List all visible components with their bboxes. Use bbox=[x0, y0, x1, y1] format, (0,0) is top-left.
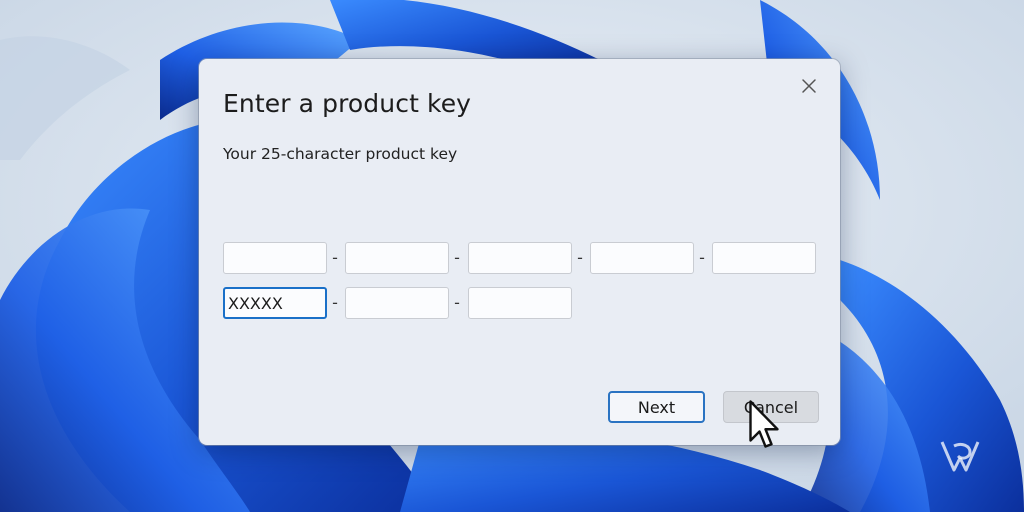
key-field-5[interactable] bbox=[712, 242, 816, 274]
key-field-4[interactable] bbox=[590, 242, 694, 274]
next-button[interactable]: Next bbox=[608, 391, 705, 423]
key-field-6[interactable] bbox=[223, 287, 327, 319]
key-separator: - bbox=[332, 293, 338, 312]
key-field-8[interactable] bbox=[468, 287, 572, 319]
mouse-pointer-icon bbox=[749, 400, 779, 448]
key-field-7[interactable] bbox=[345, 287, 449, 319]
key-field-3[interactable] bbox=[468, 242, 572, 274]
product-key-dialog: Enter a product key Your 25-character pr… bbox=[199, 59, 840, 445]
key-separator: - bbox=[699, 248, 705, 267]
key-separator: - bbox=[454, 293, 460, 312]
key-field-2[interactable] bbox=[345, 242, 449, 274]
close-icon bbox=[802, 79, 816, 93]
dialog-title: Enter a product key bbox=[223, 89, 472, 118]
key-separator: - bbox=[454, 248, 460, 267]
key-field-1[interactable] bbox=[223, 242, 327, 274]
key-separator: - bbox=[332, 248, 338, 267]
watermark-logo-icon bbox=[940, 441, 980, 472]
close-button[interactable] bbox=[795, 73, 823, 99]
key-separator: - bbox=[577, 248, 583, 267]
dialog-subtitle: Your 25-character product key bbox=[223, 145, 458, 163]
